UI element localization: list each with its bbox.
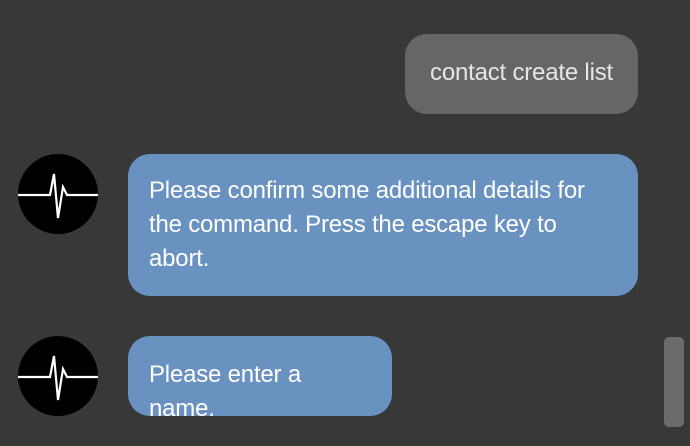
user-message-bubble: contact create list	[405, 34, 638, 114]
chat-transcript: contact create list Please confirm some …	[0, 0, 690, 446]
scrollbar-thumb[interactable]	[664, 337, 684, 427]
heartbeat-pulse-icon	[18, 355, 98, 401]
heartbeat-pulse-icon	[18, 173, 98, 219]
bot-avatar	[18, 336, 98, 416]
bot-message-bubble: Please enter a name.	[128, 336, 392, 422]
bot-message-text: Please confirm some additional details f…	[149, 177, 585, 272]
bot-avatar	[18, 154, 98, 234]
user-message-text: contact create list	[430, 59, 613, 86]
bot-message-bubble: Please confirm some additional details f…	[128, 154, 638, 296]
bot-message-text: Please enter a name.	[149, 361, 301, 422]
